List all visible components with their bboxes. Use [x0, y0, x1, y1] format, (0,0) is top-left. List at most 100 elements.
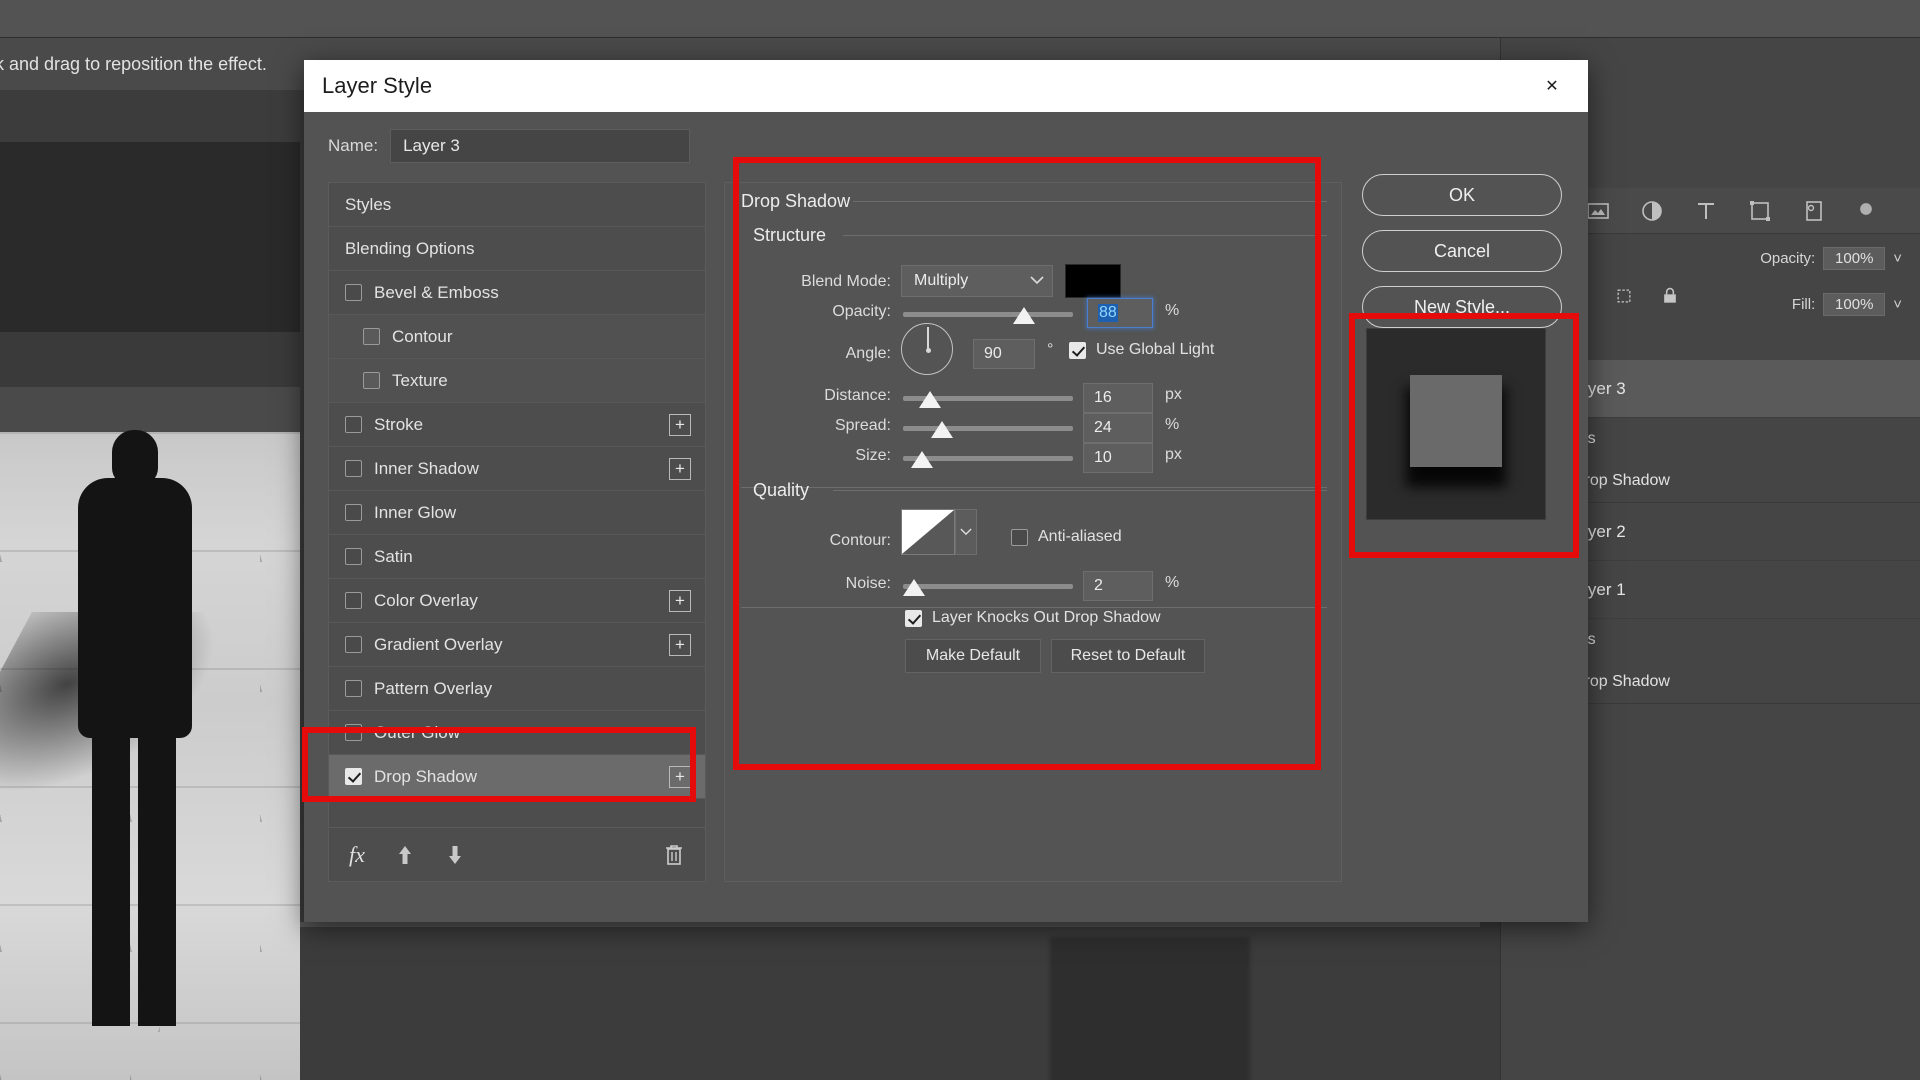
silhouette-leg-right [138, 726, 176, 1026]
knockout-checkbox[interactable] [905, 610, 922, 627]
quality-section-label: Quality [753, 480, 809, 501]
structure-rule [843, 235, 1327, 236]
smartobject-icon[interactable] [1802, 199, 1826, 223]
style-item-blending-options[interactable]: Blending Options [329, 227, 705, 271]
style-item-inner-shadow[interactable]: Inner Shadow+ [329, 447, 705, 491]
dot-icon[interactable] [1856, 199, 1880, 223]
contour-dropdown-caret[interactable] [955, 509, 977, 555]
spread-unit: % [1165, 416, 1179, 434]
footer-rule [741, 607, 1327, 608]
tooltip-text: ck and drag to reposition the effect. [0, 54, 267, 75]
adjustment-icon[interactable] [1640, 199, 1664, 223]
noise-slider-knob[interactable] [903, 579, 925, 596]
distance-label: Distance: [725, 387, 891, 405]
use-global-light-row[interactable]: Use Global Light [1069, 341, 1214, 359]
make-default-button[interactable]: Make Default [905, 639, 1041, 673]
ok-button[interactable]: OK [1362, 174, 1562, 216]
spread-slider-knob[interactable] [931, 421, 953, 438]
styles-scroll-area[interactable]: Styles Blending Options Bevel & EmbossCont… [329, 183, 705, 827]
style-checkbox[interactable] [345, 504, 362, 521]
shape-icon[interactable] [1748, 199, 1772, 223]
style-checkbox[interactable] [345, 680, 362, 697]
cancel-button[interactable]: Cancel [1362, 230, 1562, 272]
text-icon[interactable] [1694, 199, 1718, 223]
style-item-color-overlay[interactable]: Color Overlay+ [329, 579, 705, 623]
spread-slider-track[interactable] [903, 426, 1073, 431]
style-item-gradient-overlay[interactable]: Gradient Overlay+ [329, 623, 705, 667]
angle-dial[interactable] [901, 323, 953, 375]
angle-input[interactable]: 90 [973, 339, 1035, 369]
style-item-bevel-emboss[interactable]: Bevel & Emboss [329, 271, 705, 315]
panel-fill-value[interactable]: 100% [1823, 293, 1885, 316]
add-effect-icon[interactable]: + [669, 590, 691, 612]
style-item-pattern-overlay[interactable]: Pattern Overlay [329, 667, 705, 711]
add-effect-icon[interactable]: + [669, 414, 691, 436]
anti-aliased-row[interactable]: Anti-aliased [1011, 528, 1122, 546]
noise-input[interactable]: 2 [1083, 571, 1153, 601]
panel-opacity-stepper[interactable]: ˅ [1893, 250, 1902, 267]
style-item-label: Texture [392, 371, 691, 391]
layer-name-input[interactable]: Layer 3 [390, 129, 690, 163]
close-icon[interactable]: ✕ [1530, 66, 1574, 106]
use-global-light-checkbox[interactable] [1069, 342, 1086, 359]
style-checkbox[interactable] [345, 460, 362, 477]
angle-unit: ° [1047, 341, 1053, 359]
shadow-color-swatch[interactable] [1065, 264, 1121, 298]
distance-input[interactable]: 16 [1083, 383, 1153, 413]
options-panel-title: Drop Shadow [741, 191, 850, 212]
silhouette-body [78, 478, 192, 738]
arrow-down-icon[interactable] [445, 844, 465, 866]
style-checkbox[interactable] [363, 372, 380, 389]
anti-aliased-checkbox[interactable] [1011, 529, 1028, 546]
style-checkbox[interactable] [345, 592, 362, 609]
spread-input[interactable]: 24 [1083, 413, 1153, 443]
new-style-button[interactable]: New Style... [1362, 286, 1562, 328]
dialog-title: Layer Style [322, 73, 432, 99]
style-item-styles[interactable]: Styles [329, 183, 705, 227]
dialog-title-bar: Layer Style ✕ [304, 60, 1588, 112]
size-slider-knob[interactable] [911, 451, 933, 468]
style-item-label: Blending Options [345, 239, 691, 259]
opacity-input[interactable]: 88 [1087, 298, 1153, 328]
style-item-contour[interactable]: Contour [329, 315, 705, 359]
style-item-stroke[interactable]: Stroke+ [329, 403, 705, 447]
opacity-slider-track[interactable] [903, 312, 1073, 317]
noise-value: 2 [1094, 577, 1103, 595]
style-item-satin[interactable]: Satin [329, 535, 705, 579]
artboard-shadow-preview [1050, 937, 1250, 1080]
photoshop-top-bar [0, 0, 1920, 38]
style-item-outer-glow[interactable]: Outer Glow [329, 711, 705, 755]
image-icon[interactable] [1586, 199, 1610, 223]
style-checkbox[interactable] [345, 548, 362, 565]
style-checkbox[interactable] [345, 724, 362, 741]
knockout-row[interactable]: Layer Knocks Out Drop Shadow [905, 609, 1161, 627]
reset-to-default-button[interactable]: Reset to Default [1051, 639, 1205, 673]
style-checkbox[interactable] [345, 416, 362, 433]
spread-value: 24 [1094, 419, 1112, 437]
panel-fill-stepper[interactable]: ˅ [1893, 296, 1902, 313]
add-effect-icon[interactable]: + [669, 766, 691, 788]
arrow-up-icon[interactable] [395, 844, 415, 866]
size-input[interactable]: 10 [1083, 443, 1153, 473]
style-checkbox[interactable] [345, 636, 362, 653]
fx-icon[interactable]: fx [349, 842, 365, 868]
noise-slider-track[interactable] [903, 584, 1073, 589]
add-effect-icon[interactable]: + [669, 634, 691, 656]
style-checkbox[interactable] [345, 284, 362, 301]
style-item-inner-glow[interactable]: Inner Glow [329, 491, 705, 535]
angle-hub [926, 348, 931, 353]
add-effect-icon[interactable]: + [669, 458, 691, 480]
style-checkbox[interactable] [363, 328, 380, 345]
panel-opacity-value[interactable]: 100% [1823, 247, 1885, 270]
size-label: Size: [725, 447, 891, 465]
distance-slider-knob[interactable] [919, 391, 941, 408]
style-item-texture[interactable]: Texture [329, 359, 705, 403]
style-checkbox[interactable] [345, 768, 362, 785]
blend-mode-select[interactable]: Multiply [901, 265, 1053, 297]
contour-thumbnail[interactable] [901, 509, 955, 555]
style-item-drop-shadow[interactable]: Drop Shadow+ [329, 755, 705, 799]
trash-icon[interactable] [663, 843, 685, 867]
opacity-slider-knob[interactable] [1013, 307, 1035, 324]
spread-label: Spread: [725, 417, 891, 435]
noise-label: Noise: [725, 575, 891, 593]
